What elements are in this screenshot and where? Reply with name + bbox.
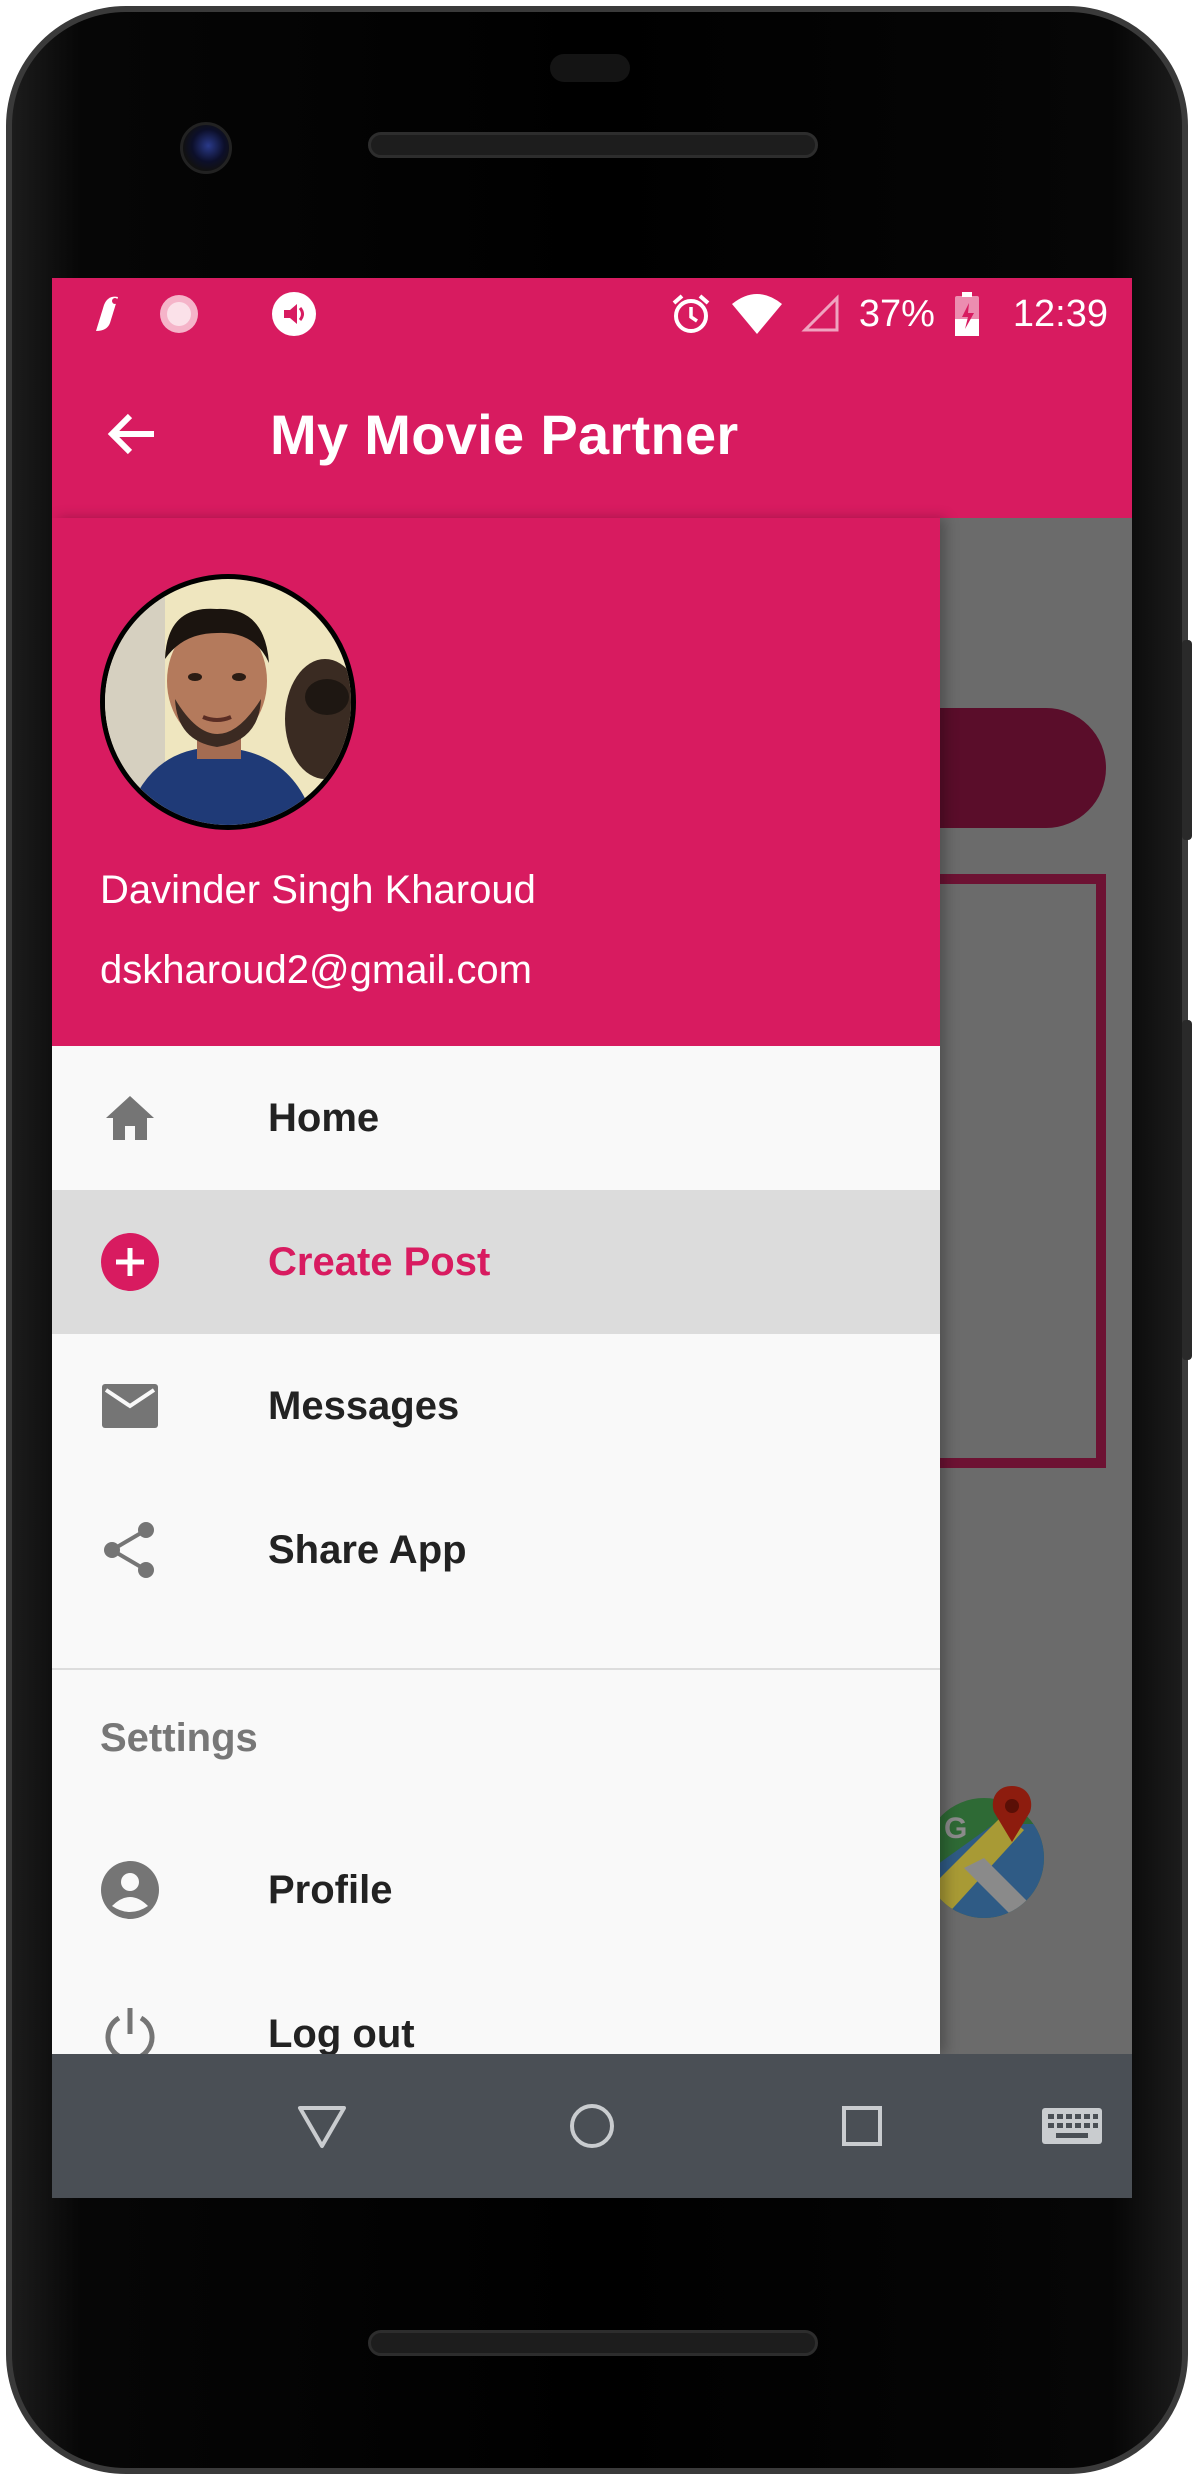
drawer-header: Davinder Singh Kharoud dskharoud2@gmail.…: [52, 518, 940, 1046]
nav-recents-icon[interactable]: [826, 2090, 898, 2162]
battery-percent: 37%: [858, 292, 935, 335]
maps-icon: G: [924, 1784, 1060, 1920]
menu-item-label: Messages: [268, 1384, 460, 1428]
bottom-speaker: [368, 2330, 818, 2356]
screen: 37% 12:39 My Movie Partner G Davinder Si…: [52, 278, 1132, 2198]
system-nav-bar: [52, 2054, 1132, 2198]
phone-frame: 37% 12:39 My Movie Partner G Davinder Si…: [0, 0, 1194, 2480]
drawer-menu: Home Create Post Messages Share App Sett…: [52, 1046, 940, 2054]
nav-back-icon[interactable]: [286, 2090, 358, 2162]
menu-item-messages[interactable]: Messages: [52, 1334, 940, 1478]
menu-item-label: Share App: [268, 1528, 467, 1572]
status-bar: 37% 12:39: [52, 278, 1132, 350]
sync-notification-icon: [156, 291, 202, 337]
user-email: dskharoud2@gmail.com: [100, 948, 532, 992]
keyboard-icon[interactable]: [1036, 2090, 1108, 2162]
settings-section-header: Settings: [52, 1670, 940, 1818]
app-notification-icon: [82, 291, 128, 337]
menu-item-label: Create Post: [268, 1240, 491, 1284]
menu-item-log-out[interactable]: Log out: [52, 1962, 940, 2054]
clock: 12:39: [1012, 292, 1108, 335]
avatar[interactable]: [100, 574, 356, 830]
user-name: Davinder Singh Kharoud: [100, 868, 536, 912]
menu-item-create-post[interactable]: Create Post: [52, 1190, 940, 1334]
cell-signal-icon: [801, 294, 841, 334]
menu-item-label: Home: [268, 1096, 380, 1140]
battery-charging-icon: [953, 291, 981, 337]
share-icon: [100, 1520, 160, 1580]
power-button: [1182, 1020, 1192, 1360]
wifi-icon: [731, 292, 783, 336]
alarm-icon: [669, 292, 713, 336]
sensor-slot: [550, 54, 630, 82]
menu-item-profile[interactable]: Profile: [52, 1818, 940, 1962]
add-circle-icon: [100, 1232, 160, 1292]
earpiece-speaker: [368, 132, 818, 158]
home-icon: [100, 1088, 160, 1148]
menu-item-home[interactable]: Home: [52, 1046, 940, 1190]
app-bar: My Movie Partner: [52, 350, 1132, 518]
menu-item-label: Log out: [268, 2012, 415, 2054]
settings-header-label: Settings: [100, 1716, 258, 1760]
volume-button: [1182, 640, 1192, 840]
navigation-drawer: Davinder Singh Kharoud dskharoud2@gmail.…: [52, 518, 940, 2054]
account-circle-icon: [100, 1860, 160, 1920]
nav-home-icon[interactable]: [556, 2090, 628, 2162]
menu-item-share-app[interactable]: Share App: [52, 1478, 940, 1622]
svg-text:G: G: [944, 1812, 967, 1845]
front-camera: [180, 122, 232, 174]
power-icon: [100, 2004, 160, 2054]
menu-item-label: Profile: [268, 1868, 393, 1912]
back-arrow-icon[interactable]: [102, 404, 162, 464]
mail-icon: [100, 1376, 160, 1436]
app-title: My Movie Partner: [270, 403, 739, 466]
volume-notification-icon: [270, 290, 318, 338]
